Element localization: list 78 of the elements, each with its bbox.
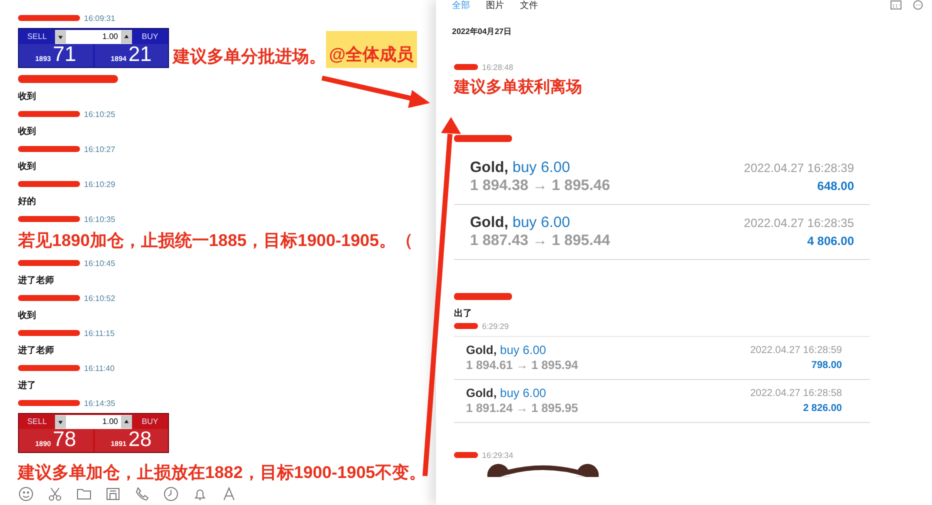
- trade-profit: 648.00: [816, 178, 854, 195]
- redaction-mark: [18, 111, 80, 117]
- buy-label: BUY: [140, 417, 160, 426]
- caret-down-icon[interactable]: [55, 414, 66, 428]
- message-text: 进了老师: [18, 344, 55, 357]
- message-time: 16:29:34: [482, 450, 514, 460]
- redaction-mark: [454, 292, 512, 300]
- trade-title: Gold, buy 6.00: [470, 214, 572, 232]
- buy-label: BUY: [140, 32, 160, 41]
- message-text: 收到: [18, 309, 37, 322]
- scissors-icon[interactable]: [47, 486, 63, 502]
- redaction-mark: [454, 452, 478, 458]
- trade-title: Gold, buy 6.00: [466, 343, 548, 358]
- more-icon[interactable]: [912, 0, 924, 10]
- clock-icon[interactable]: [163, 486, 179, 502]
- message-text: 进了老师: [18, 274, 55, 287]
- announcement-text: 建议多单分批进场。: [173, 46, 326, 68]
- message-time: 16:10:35: [84, 214, 116, 224]
- message-text: 出了: [454, 307, 473, 320]
- message-time: 16:10:52: [84, 294, 116, 302]
- font-icon[interactable]: [221, 486, 237, 502]
- redaction-mark: [18, 260, 80, 266]
- message-time: 16:09:31: [84, 14, 116, 22]
- redaction-mark: [454, 323, 478, 329]
- sell-label: SELL: [26, 32, 48, 41]
- emoji-icon[interactable]: [18, 486, 34, 502]
- message-time: 16:10:29: [84, 180, 116, 188]
- redaction-mark: [18, 365, 80, 371]
- redaction-mark: [18, 216, 80, 222]
- message-time: 16:10:45: [84, 258, 116, 268]
- caret-up-icon[interactable]: [121, 30, 132, 44]
- filter-tab[interactable]: 图片: [486, 0, 504, 10]
- trade-prices: 1 887.43 → 1 895.44: [470, 232, 610, 250]
- message-text: 进了: [18, 379, 37, 392]
- folder-icon[interactable]: [76, 486, 92, 502]
- announcement-text: 若见1890加仓，止损统一1885，目标1900-1905。（: [18, 230, 414, 252]
- trade-prices: 1 894.38 → 1 895.46: [470, 177, 610, 195]
- redaction-mark: [454, 134, 512, 142]
- calendar-icon[interactable]: [890, 0, 902, 10]
- date-header: 2022年04月27日: [452, 26, 513, 37]
- phone-icon[interactable]: [134, 486, 150, 502]
- trade-datetime: 2022.04.27 16:28:59: [750, 344, 842, 358]
- filter-tab[interactable]: 文件: [520, 0, 538, 10]
- trade-profit: 2 826.00: [802, 402, 842, 416]
- redaction-mark: [18, 181, 80, 187]
- trade-title: Gold, buy 6.00: [470, 159, 572, 177]
- message-time: 16:10:25: [84, 110, 116, 118]
- redaction-mark: [18, 15, 80, 21]
- trade-prices: 1 891.24 → 1 895.95: [466, 401, 578, 416]
- redaction-mark: [18, 146, 80, 152]
- announcement-text: 建议多单加仓，止损放在1882，目标1900-1905不变。: [18, 462, 426, 484]
- message-time: 16:28:48: [482, 62, 514, 72]
- redaction-mark: [18, 330, 80, 336]
- message-time: 6:29:29: [482, 322, 509, 330]
- caret-down-icon[interactable]: [55, 30, 66, 44]
- trade-title: Gold, buy 6.00: [466, 386, 548, 401]
- message-time: 16:10:27: [84, 144, 116, 154]
- message-time: 16:14:35: [84, 398, 116, 408]
- trade-profit: 798.00: [810, 359, 842, 373]
- announcement-text: 建议多单获利离场: [454, 77, 583, 98]
- filter-tab[interactable]: 全部: [452, 0, 470, 10]
- message-text: 收到: [18, 125, 37, 138]
- trade-prices: 1 894.61 → 1 895.94: [466, 358, 578, 373]
- trade-datetime: 2022.04.27 16:28:39: [744, 160, 854, 177]
- message-time: 16:11:15: [84, 328, 115, 338]
- sell-label: SELL: [26, 417, 48, 426]
- screenshot-icon[interactable]: [105, 486, 121, 502]
- redaction-mark: [18, 400, 80, 406]
- trade-datetime: 2022.04.27 16:28:35: [744, 215, 854, 232]
- message-text: 收到: [18, 160, 37, 173]
- trade-datetime: 2022.04.27 16:28:58: [750, 387, 842, 401]
- message-text: 好的: [18, 195, 37, 208]
- trade-profit: 4 806.00: [806, 233, 854, 250]
- redaction-mark: [454, 64, 478, 70]
- redaction-mark: [18, 295, 80, 301]
- caret-up-icon[interactable]: [121, 414, 132, 428]
- message-time: 16:11:40: [84, 364, 115, 372]
- message-text: 收到: [18, 90, 37, 103]
